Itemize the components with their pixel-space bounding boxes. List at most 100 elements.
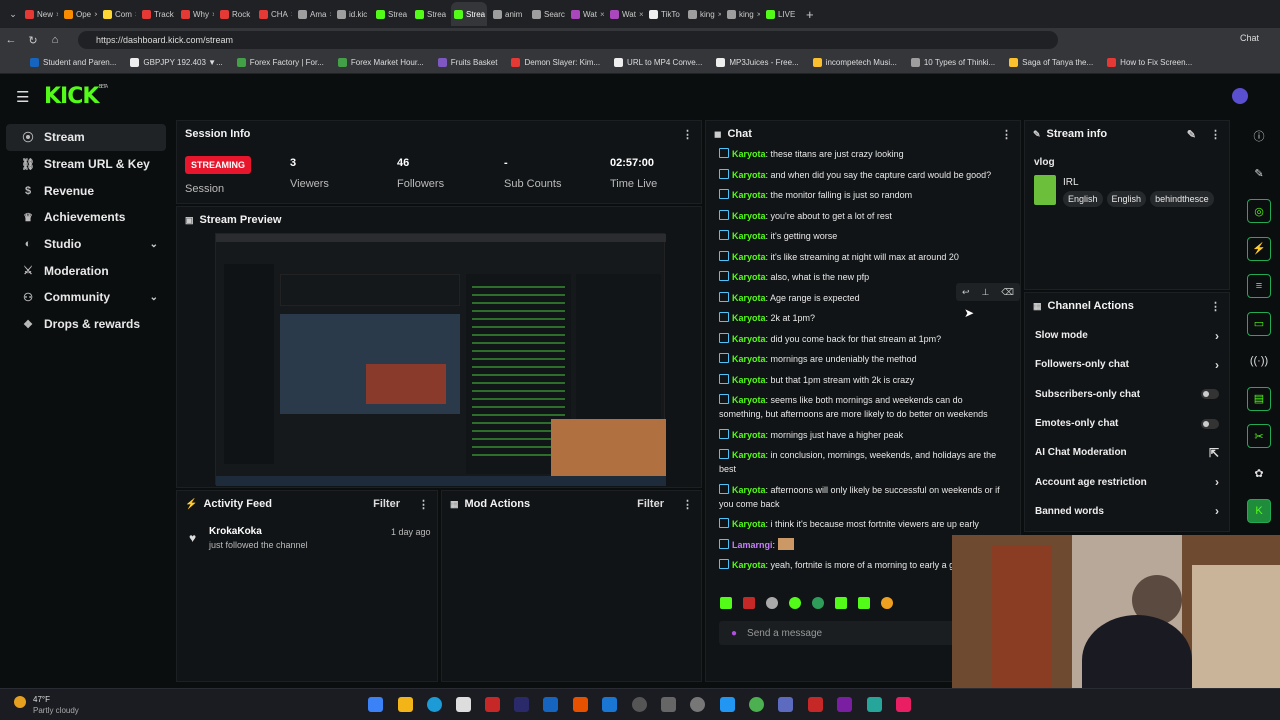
more-icon[interactable]: ⋮ <box>1210 300 1221 313</box>
chevron-right-icon[interactable]: › <box>1215 358 1219 372</box>
channel-action-account-age-restriction[interactable]: Account age restriction › <box>1025 467 1229 496</box>
bookmark-item[interactable]: GBPJPY 192.403 ▼... <box>130 58 223 67</box>
app-icon[interactable] <box>632 697 647 712</box>
external-link-icon[interactable]: ⇱ <box>1209 446 1219 460</box>
stream-tag[interactable]: English <box>1063 191 1103 207</box>
toggle-switch[interactable] <box>1201 418 1219 429</box>
tab-search-icon[interactable]: ⌄ <box>4 9 22 20</box>
activity-user[interactable]: KrokaKoka <box>209 526 262 537</box>
bookmark-item[interactable]: Student and Paren... <box>30 58 116 67</box>
new-tab-icon[interactable]: + <box>806 7 814 22</box>
browser-tab[interactable]: Why× <box>178 2 214 26</box>
chat-username[interactable]: Karyota <box>732 252 766 262</box>
sidebar-item-achievements[interactable]: ♛ Achievements <box>6 204 166 231</box>
chevron-right-icon[interactable]: › <box>1215 475 1219 489</box>
chat-username[interactable]: Karyota <box>732 430 766 440</box>
browser-tab[interactable]: id.kic× <box>334 2 370 26</box>
bookmark-item[interactable]: Demon Slayer: Kim... <box>511 58 600 67</box>
sidebar-item-revenue[interactable]: $ Revenue <box>6 177 166 204</box>
chat-message[interactable]: Karyota: did you come back for that stre… <box>719 332 1009 346</box>
bookmark-item[interactable]: Forex Market Hour... <box>337 58 424 67</box>
app-icon[interactable] <box>720 697 735 712</box>
more-icon[interactable]: ⋮ <box>418 498 429 511</box>
sidebar-item-drops-rewards[interactable]: ❖ Drops & rewards <box>6 311 166 338</box>
bookmark-item[interactable]: MP3Juices - Free... <box>716 58 799 67</box>
bookmark-item[interactable]: URL to MP4 Conve... <box>614 58 702 67</box>
channel-action-followers-only-chat[interactable]: Followers-only chat › <box>1025 350 1229 379</box>
pencil-icon[interactable]: ✎ <box>1247 162 1271 186</box>
premiere-icon[interactable] <box>514 697 529 712</box>
browser-tab[interactable]: Strea× <box>412 2 448 26</box>
chat-message[interactable]: Karyota: you're about to get a lot of re… <box>719 209 1009 223</box>
url-input[interactable]: https://dashboard.kick.com/stream <box>78 31 1058 49</box>
avatar[interactable] <box>1232 88 1248 104</box>
chevron-right-icon[interactable]: › <box>1215 329 1219 343</box>
bookmark-item[interactable]: 10 Types of Thinki... <box>910 58 995 67</box>
chat-username[interactable]: Karyota <box>732 334 766 344</box>
broadcast-icon[interactable]: ((·)) <box>1247 349 1271 373</box>
chat-message[interactable]: Karyota: and when did you say the captur… <box>719 168 1009 182</box>
channel-action-banned-words[interactable]: Banned words › <box>1025 497 1229 526</box>
camera-icon[interactable]: ◎ <box>1247 199 1271 223</box>
tab-close-icon[interactable]: × <box>212 10 214 19</box>
channel-action-subscribers-only-chat[interactable]: Subscribers-only chat <box>1025 380 1229 409</box>
chat-message[interactable]: Karyota: i think it's because most fortn… <box>719 517 1009 531</box>
emote-icon[interactable] <box>789 597 801 609</box>
lightning-icon[interactable]: ⚡ <box>1247 236 1271 261</box>
layout-icon[interactable]: ▤ <box>1247 386 1271 411</box>
emote-icon[interactable] <box>720 597 732 609</box>
chat-extension-button[interactable]: Chat <box>1240 33 1259 43</box>
browser-tab[interactable]: LIVE× <box>763 2 799 26</box>
chat-message[interactable]: Karyota: it's getting worse <box>719 229 1009 243</box>
activity-filter-button[interactable]: Filter <box>373 498 400 510</box>
delete-icon[interactable]: ⌫ <box>1001 287 1014 298</box>
browser-tab[interactable]: Wat × <box>568 2 604 26</box>
emote-icon[interactable] <box>743 597 755 609</box>
chat-message[interactable]: Karyota: it's like streaming at night wi… <box>719 250 1009 264</box>
hamburger-menu-icon[interactable]: ☰ <box>16 88 29 106</box>
reload-icon[interactable]: ↻ <box>22 34 44 47</box>
sidebar-item-moderation[interactable]: ⚔ Moderation <box>6 257 166 284</box>
app-icon[interactable] <box>867 697 882 712</box>
edge-icon[interactable] <box>427 697 442 712</box>
tab-close-icon[interactable]: × <box>639 10 643 19</box>
chat-username[interactable]: Karyota <box>732 293 766 303</box>
chrome-icon[interactable] <box>749 697 764 712</box>
chat-username[interactable]: Karyota <box>732 395 766 405</box>
tab-close-icon[interactable]: × <box>135 10 136 19</box>
chat-message[interactable]: Karyota: the monitor falling is just so … <box>719 188 1009 202</box>
browser-tab[interactable]: Ope × <box>61 2 97 26</box>
chevron-right-icon[interactable]: › <box>1215 504 1219 518</box>
sidebar-item-community[interactable]: ⚇ Community ⌄ <box>6 284 166 311</box>
chat-message[interactable]: Karyota: afternoons will only likely be … <box>719 483 1009 511</box>
chat-message[interactable]: Karyota: these titans are just crazy loo… <box>719 147 1009 161</box>
browser-tab[interactable]: Ama× <box>295 2 331 26</box>
mod-filter-button[interactable]: Filter <box>637 498 664 510</box>
stream-preview-video[interactable] <box>215 233 666 486</box>
emote-icon[interactable] <box>835 597 847 609</box>
browser-tab[interactable]: Wat × <box>607 2 643 26</box>
chat-message[interactable]: Karyota: in conclusion, mornings, weeken… <box>719 448 1009 476</box>
channel-action-ai-chat-moderation[interactable]: AI Chat Moderation ⇱ <box>1025 438 1229 467</box>
emote-icon[interactable] <box>766 597 778 609</box>
emote-icon[interactable] <box>812 597 824 609</box>
browser-tab[interactable]: king × <box>685 2 721 26</box>
tab-close-icon[interactable]: × <box>525 10 526 19</box>
browser-tab[interactable]: anim× <box>490 2 526 26</box>
back-icon[interactable]: ← <box>0 34 22 46</box>
tab-close-icon[interactable]: × <box>291 10 292 19</box>
file-explorer-icon[interactable] <box>398 697 413 712</box>
windows-start-icon[interactable] <box>368 697 383 712</box>
app-icon[interactable] <box>778 697 793 712</box>
browser-tab[interactable]: Searc× <box>529 2 565 26</box>
home-icon[interactable]: ⌂ <box>44 34 66 46</box>
chat-message[interactable]: Karyota: seems like both mornings and we… <box>719 393 1009 421</box>
chat-icon[interactable]: ▭ <box>1247 311 1271 336</box>
chat-username[interactable]: Karyota <box>732 519 766 529</box>
browser-tab[interactable]: CHA× <box>256 2 292 26</box>
chat-username[interactable]: Karyota <box>732 170 766 180</box>
chevron-down-icon[interactable]: ⌄ <box>150 239 158 250</box>
more-icon[interactable]: ⋮ <box>1210 128 1221 141</box>
chat-username[interactable]: Karyota <box>732 231 766 241</box>
chat-message[interactable]: Karyota: but that 1pm stream with 2k is … <box>719 373 1009 387</box>
